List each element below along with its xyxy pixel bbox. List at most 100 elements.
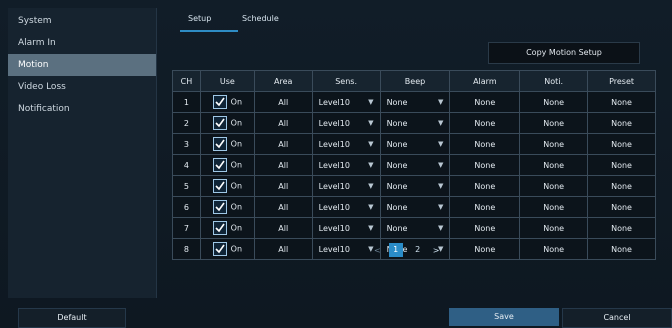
cell-area[interactable]: All xyxy=(253,196,313,218)
checkbox-checked-icon[interactable] xyxy=(212,158,227,172)
cell-use[interactable]: On xyxy=(199,196,255,218)
prev-page-button[interactable]: < xyxy=(374,246,381,255)
pagination: < 1 2 > xyxy=(374,242,439,258)
checkbox-checked-icon[interactable] xyxy=(212,200,227,214)
cell-ch: 6 xyxy=(172,196,201,218)
tab-schedule[interactable]: Schedule xyxy=(242,14,279,23)
app-frame: System Alarm In Motion Video Loss Notifi… xyxy=(0,0,672,328)
cell-preset[interactable]: None xyxy=(587,112,656,134)
cell-noti[interactable]: None xyxy=(519,175,589,197)
checkbox-checked-icon[interactable] xyxy=(212,179,227,193)
cell-sens[interactable]: Level10 ▼ xyxy=(311,238,381,260)
cell-sens[interactable]: Level10 ▼ xyxy=(311,175,381,197)
page-2-button[interactable]: 2 xyxy=(411,243,425,257)
page-1-button[interactable]: 1 xyxy=(388,243,403,257)
cell-noti[interactable]: None xyxy=(519,133,589,155)
cell-alarm[interactable]: None xyxy=(449,196,521,218)
checkbox-checked-icon[interactable] xyxy=(212,242,227,256)
sidebar-item-video-loss[interactable]: Video Loss xyxy=(8,76,156,98)
cell-beep[interactable]: None ▼ xyxy=(379,217,451,239)
cell-preset[interactable]: None xyxy=(587,217,656,239)
table-row: 5 On All Level10 ▼ None ▼ None None None xyxy=(172,175,656,197)
table-row: 2 On All Level10 ▼ None ▼ None None None xyxy=(172,112,656,134)
sens-value: Level10 xyxy=(318,223,350,233)
cell-noti[interactable]: None xyxy=(519,112,589,134)
cell-beep[interactable]: None ▼ xyxy=(379,112,451,134)
header-beep: Beep xyxy=(379,70,451,92)
cell-ch: 7 xyxy=(172,217,201,239)
cell-use[interactable]: On xyxy=(199,91,255,113)
cell-use[interactable]: On xyxy=(199,217,255,239)
use-label: On xyxy=(230,244,243,254)
cell-noti[interactable]: None xyxy=(519,238,589,260)
sens-value: Level10 xyxy=(318,160,350,170)
cell-noti[interactable]: None xyxy=(519,196,589,218)
sidebar-item-alarm-in[interactable]: Alarm In xyxy=(8,32,156,54)
cell-sens[interactable]: Level10 ▼ xyxy=(311,196,381,218)
cell-preset[interactable]: None xyxy=(587,133,656,155)
cancel-button[interactable]: Cancel xyxy=(562,308,672,328)
cell-alarm[interactable]: None xyxy=(449,154,521,176)
checkbox-checked-icon[interactable] xyxy=(212,137,227,151)
use-label: On xyxy=(230,160,243,170)
tab-setup[interactable]: Setup xyxy=(188,14,211,23)
cell-noti[interactable]: None xyxy=(519,91,589,113)
cell-sens[interactable]: Level10 ▼ xyxy=(311,91,381,113)
cell-alarm[interactable]: None xyxy=(449,175,521,197)
checkbox-checked-icon[interactable] xyxy=(212,221,227,235)
cell-use[interactable]: On xyxy=(199,154,255,176)
cell-sens[interactable]: Level10 ▼ xyxy=(311,133,381,155)
cell-alarm[interactable]: None xyxy=(449,133,521,155)
use-label: On xyxy=(230,223,243,233)
cell-beep[interactable]: None ▼ xyxy=(379,154,451,176)
checkbox-checked-icon[interactable] xyxy=(212,116,227,130)
cell-alarm[interactable]: None xyxy=(449,217,521,239)
cell-preset[interactable]: None xyxy=(587,154,656,176)
sidebar-item-system[interactable]: System xyxy=(8,10,156,32)
cell-noti[interactable]: None xyxy=(519,217,589,239)
cell-alarm[interactable]: None xyxy=(449,91,521,113)
cell-alarm[interactable]: None xyxy=(449,238,521,260)
cell-use[interactable]: On xyxy=(199,175,255,197)
cell-sens[interactable]: Level10 ▼ xyxy=(311,217,381,239)
cell-ch: 2 xyxy=(172,112,201,134)
cell-area[interactable]: All xyxy=(253,154,313,176)
cell-noti[interactable]: None xyxy=(519,154,589,176)
cell-area[interactable]: All xyxy=(253,175,313,197)
cell-use[interactable]: On xyxy=(199,238,255,260)
next-page-button[interactable]: > xyxy=(433,246,440,255)
cell-beep[interactable]: None ▼ xyxy=(379,91,451,113)
table-row: 4 On All Level10 ▼ None ▼ None None None xyxy=(172,154,656,176)
cell-use[interactable]: On xyxy=(199,133,255,155)
cell-beep[interactable]: None ▼ xyxy=(379,133,451,155)
cell-use[interactable]: On xyxy=(199,112,255,134)
cell-area[interactable]: All xyxy=(253,238,313,260)
cell-preset[interactable]: None xyxy=(587,175,656,197)
cell-sens[interactable]: Level10 ▼ xyxy=(311,112,381,134)
sidebar-item-notification[interactable]: Notification xyxy=(8,98,156,120)
cell-preset[interactable]: None xyxy=(587,196,656,218)
sens-value: Level10 xyxy=(318,139,350,149)
cell-area[interactable]: All xyxy=(253,217,313,239)
cell-beep[interactable]: None ▼ xyxy=(379,175,451,197)
table-header-row: CH Use Area Sens. Beep Alarm Noti. Prese… xyxy=(172,70,656,92)
cell-area[interactable]: All xyxy=(253,133,313,155)
cell-area[interactable]: All xyxy=(253,112,313,134)
cell-ch: 5 xyxy=(172,175,201,197)
sidebar-item-motion[interactable]: Motion xyxy=(8,54,156,76)
cell-ch: 3 xyxy=(172,133,201,155)
beep-value: None xyxy=(386,223,408,233)
cell-preset[interactable]: None xyxy=(587,238,656,260)
cell-area[interactable]: All xyxy=(253,91,313,113)
header-noti: Noti. xyxy=(519,70,589,92)
cell-alarm[interactable]: None xyxy=(449,112,521,134)
cell-beep[interactable]: None ▼ xyxy=(379,196,451,218)
checkbox-checked-icon[interactable] xyxy=(212,95,227,109)
save-button[interactable]: Save xyxy=(449,308,559,326)
chevron-down-icon: ▼ xyxy=(368,98,374,106)
copy-motion-setup-button[interactable]: Copy Motion Setup xyxy=(488,42,640,64)
cell-sens[interactable]: Level10 ▼ xyxy=(311,154,381,176)
cell-preset[interactable]: None xyxy=(587,91,656,113)
chevron-down-icon: ▼ xyxy=(438,140,444,148)
default-button[interactable]: Default xyxy=(18,308,126,328)
